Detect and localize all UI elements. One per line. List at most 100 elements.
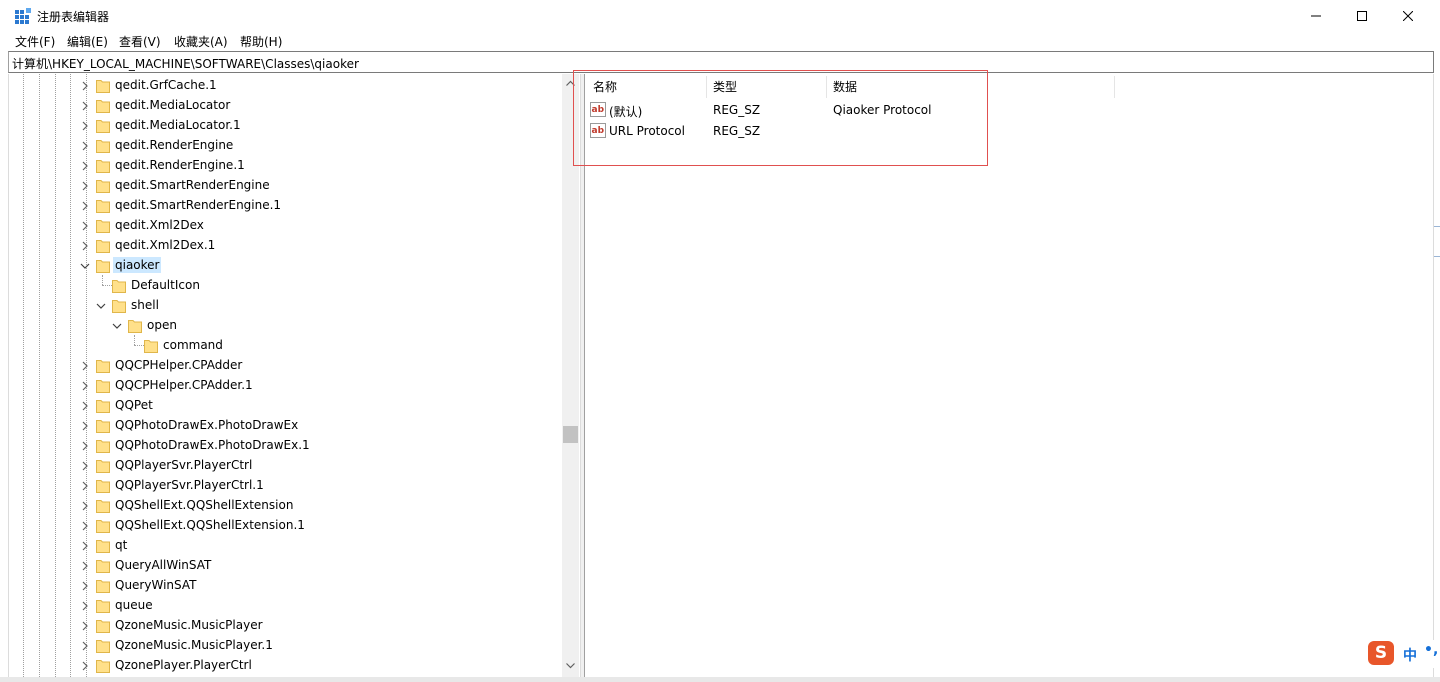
maximize-icon	[1357, 10, 1367, 21]
tree-node[interactable]: command	[9, 335, 569, 355]
column-header-name[interactable]: 名称	[593, 78, 617, 95]
chevron-right-icon[interactable]	[80, 600, 90, 611]
menu-view[interactable]: 查看(V)	[117, 33, 163, 50]
tree-node[interactable]: QQCPHelper.CPAdder.1	[9, 375, 569, 395]
chevron-right-icon[interactable]	[80, 560, 90, 571]
tree-node[interactable]: qedit.MediaLocator	[9, 95, 569, 115]
tree-scrollbar[interactable]	[562, 74, 579, 677]
tree-node-label: qt	[115, 538, 128, 552]
tree-node[interactable]: qedit.MediaLocator.1	[9, 115, 569, 135]
chevron-right-icon[interactable]	[80, 240, 90, 251]
tree-node[interactable]: qt	[9, 535, 569, 555]
tree-node[interactable]: QQShellExt.QQShellExtension.1	[9, 515, 569, 535]
tree-node[interactable]: QQPlayerSvr.PlayerCtrl.1	[9, 475, 569, 495]
scroll-thumb[interactable]	[563, 426, 578, 443]
chevron-right-icon[interactable]	[80, 220, 90, 231]
chevron-right-icon[interactable]	[80, 180, 90, 191]
chevron-right-icon[interactable]	[80, 460, 90, 471]
column-header-type[interactable]: 类型	[713, 78, 737, 95]
address-bar[interactable]: 计算机\HKEY_LOCAL_MACHINE\SOFTWARE\Classes\…	[8, 51, 1434, 73]
tree-node[interactable]: QzoneMusic.MusicPlayer	[9, 615, 569, 635]
tree-node[interactable]: shell	[9, 295, 569, 315]
tree-node[interactable]: qedit.SmartRenderEngine	[9, 175, 569, 195]
tree-node-label: QzonePlayer.PlayerCtrl	[115, 658, 252, 672]
tree-node[interactable]: QQPhotoDrawEx.PhotoDrawEx.1	[9, 435, 569, 455]
scroll-down-button[interactable]	[562, 657, 579, 674]
tree-node-label: qedit.Xml2Dex.1	[115, 238, 216, 252]
tree-node[interactable]: qedit.RenderEngine.1	[9, 155, 569, 175]
chevron-right-icon[interactable]	[80, 440, 90, 451]
tree-node[interactable]: QueryWinSAT	[9, 575, 569, 595]
menu-file[interactable]: 文件(F)	[13, 33, 57, 50]
chevron-right-icon[interactable]	[80, 640, 90, 651]
folder-icon	[96, 418, 110, 433]
address-path: 计算机\HKEY_LOCAL_MACHINE\SOFTWARE\Classes\…	[12, 57, 359, 71]
tree-node[interactable]: qedit.SmartRenderEngine.1	[9, 195, 569, 215]
folder-icon	[96, 538, 110, 553]
tree-node[interactable]: qedit.GrfCache.1	[9, 75, 569, 95]
minimize-icon	[1311, 15, 1321, 16]
column-divider[interactable]	[826, 76, 827, 98]
folder-icon	[96, 398, 110, 413]
tree-node[interactable]: QueryAllWinSAT	[9, 555, 569, 575]
menu-edit[interactable]: 编辑(E)	[65, 33, 110, 50]
chevron-right-icon[interactable]	[80, 480, 90, 491]
maximize-button[interactable]	[1339, 0, 1385, 31]
tree-node[interactable]: qedit.RenderEngine	[9, 135, 569, 155]
chevron-right-icon[interactable]	[80, 520, 90, 531]
chevron-right-icon[interactable]	[80, 540, 90, 551]
chevron-right-icon[interactable]	[80, 160, 90, 171]
tree-node[interactable]: queue	[9, 595, 569, 615]
chevron-right-icon[interactable]	[80, 580, 90, 591]
chevron-right-icon[interactable]	[80, 660, 90, 671]
chevron-right-icon[interactable]	[80, 80, 90, 91]
chevron-right-icon[interactable]	[80, 400, 90, 411]
chevron-right-icon[interactable]	[80, 420, 90, 431]
folder-icon	[144, 338, 158, 353]
tree-node[interactable]: qedit.Xml2Dex.1	[9, 235, 569, 255]
value-list[interactable]: 名称 类型 数据 ab (默认) REG_SZ Qiaoker Protocol…	[585, 74, 1434, 677]
tree-node[interactable]: QzoneMusic.MusicPlayer.1	[9, 635, 569, 655]
chevron-right-icon[interactable]	[80, 360, 90, 371]
tree-node[interactable]: QQPet	[9, 395, 569, 415]
key-tree[interactable]: qedit.GrfCache.1 qedit.MediaLocator qedit.…	[8, 74, 580, 677]
ime-indicator[interactable]: S 中 •,	[1366, 640, 1440, 668]
tree-node[interactable]: QQPlayerSvr.PlayerCtrl	[9, 455, 569, 475]
tree-node[interactable]: QzonePlayer.PlayerCtrl	[9, 655, 569, 675]
scroll-up-button[interactable]	[562, 74, 579, 91]
tree-node[interactable]: QQCPHelper.CPAdder	[9, 355, 569, 375]
ime-language[interactable]: 中	[1403, 645, 1417, 665]
value-row[interactable]: ab URL Protocol REG_SZ	[590, 121, 1010, 141]
tree-node[interactable]: open	[9, 315, 569, 335]
bottom-strip	[0, 677, 1440, 682]
chevron-right-icon[interactable]	[80, 500, 90, 511]
tree-node-label: QQPhotoDrawEx.PhotoDrawEx	[115, 418, 299, 432]
column-header-data[interactable]: 数据	[833, 78, 857, 95]
chevron-right-icon[interactable]	[80, 200, 90, 211]
chevron-right-icon[interactable]	[80, 120, 90, 131]
tree-node[interactable]: QQShellExt.QQShellExtension	[9, 495, 569, 515]
ime-punctuation[interactable]: •,	[1424, 642, 1438, 658]
tree-node-label: QQShellExt.QQShellExtension	[115, 498, 294, 512]
folder-icon	[96, 138, 110, 153]
tree-node[interactable]: DefaultIcon	[9, 275, 569, 295]
svg-text:ab: ab	[592, 105, 605, 115]
chevron-down-icon[interactable]	[112, 320, 122, 330]
chevron-right-icon[interactable]	[80, 100, 90, 111]
chevron-down-icon[interactable]	[80, 260, 90, 270]
column-divider[interactable]	[706, 76, 707, 98]
column-divider[interactable]	[1114, 76, 1115, 98]
close-button[interactable]	[1385, 0, 1431, 31]
value-row[interactable]: ab (默认) REG_SZ Qiaoker Protocol	[590, 100, 1010, 120]
chevron-right-icon[interactable]	[80, 620, 90, 631]
tree-node[interactable]: qedit.Xml2Dex	[9, 215, 569, 235]
folder-icon	[112, 278, 126, 293]
tree-node[interactable]: qiaoker	[9, 255, 569, 275]
menu-favorites[interactable]: 收藏夹(A)	[172, 33, 230, 50]
chevron-right-icon[interactable]	[80, 140, 90, 151]
minimize-button[interactable]	[1293, 0, 1339, 31]
menu-help[interactable]: 帮助(H)	[238, 33, 284, 50]
chevron-right-icon[interactable]	[80, 380, 90, 391]
tree-node[interactable]: QQPhotoDrawEx.PhotoDrawEx	[9, 415, 569, 435]
chevron-down-icon[interactable]	[96, 300, 106, 310]
